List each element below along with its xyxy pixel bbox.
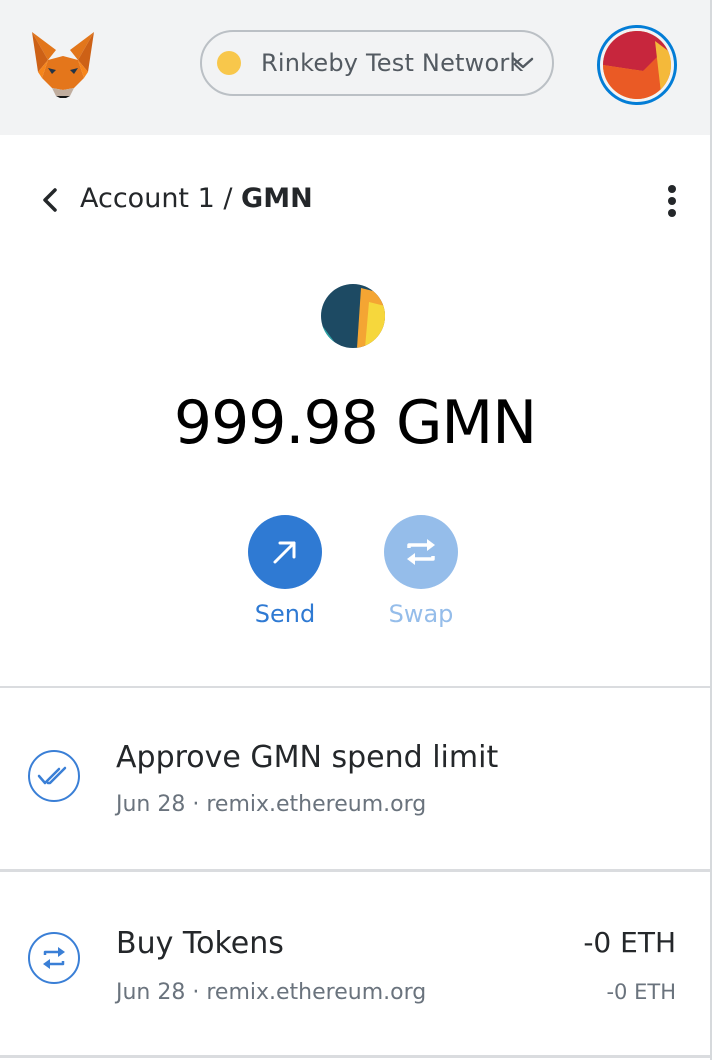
transaction-title: Buy Tokens	[116, 926, 284, 961]
transaction-subtitle: Jun 28 · remix.ethereum.org	[116, 792, 426, 817]
transaction-secondary-amount: -0 ETH	[606, 980, 676, 1004]
swap-button[interactable]	[384, 515, 458, 589]
balance-amount: 999.98	[173, 388, 379, 458]
swap-arrows-icon	[407, 539, 435, 565]
account-identicon	[603, 31, 671, 99]
transaction-separator: ·	[185, 980, 207, 1005]
transaction-icon	[28, 932, 80, 984]
swap-arrows-icon	[43, 947, 65, 969]
app-header: Rinkeby Test Network	[0, 0, 712, 135]
balance-symbol: GMN	[395, 388, 537, 458]
back-arrow-icon[interactable]	[38, 186, 62, 214]
breadcrumb-separator: /	[214, 183, 242, 214]
transaction-item[interactable]: Approve GMN spend limit Jun 28 · remix.e…	[0, 688, 710, 868]
breadcrumb-account: Account 1	[80, 183, 215, 214]
breadcrumb: Account 1 / GMN	[80, 183, 313, 214]
transaction-icon	[28, 750, 80, 802]
send-button-label[interactable]: Send	[225, 600, 345, 628]
transaction-date: Jun 28	[116, 792, 186, 817]
divider	[0, 1055, 710, 1058]
network-status-dot	[217, 51, 241, 75]
transaction-item[interactable]: Buy Tokens Jun 28 · remix.ethereum.org -…	[0, 872, 710, 1052]
arrow-up-right-icon	[273, 541, 296, 564]
transaction-origin: remix.ethereum.org	[206, 980, 427, 1005]
transaction-date: Jun 28	[116, 980, 186, 1005]
transaction-title: Approve GMN spend limit	[116, 740, 499, 775]
chevron-down-icon	[512, 57, 534, 69]
breadcrumb-token: GMN	[241, 183, 313, 214]
swap-button-label[interactable]: Swap	[361, 600, 481, 628]
transaction-origin: remix.ethereum.org	[206, 792, 427, 817]
kebab-menu-icon[interactable]	[660, 183, 684, 219]
network-selector[interactable]: Rinkeby Test Network	[200, 30, 554, 96]
send-button[interactable]	[248, 515, 322, 589]
transaction-separator: ·	[185, 792, 207, 817]
transaction-subtitle: Jun 28 · remix.ethereum.org	[116, 980, 426, 1005]
token-balance: 999.98 GMN	[0, 388, 710, 458]
token-identicon	[321, 284, 385, 348]
transaction-primary-amount: -0 ETH	[583, 926, 676, 959]
metamask-fox-logo[interactable]	[28, 30, 98, 98]
network-name: Rinkeby Test Network	[261, 49, 524, 77]
account-avatar-button[interactable]	[597, 25, 677, 105]
double-check-icon	[37, 766, 67, 785]
